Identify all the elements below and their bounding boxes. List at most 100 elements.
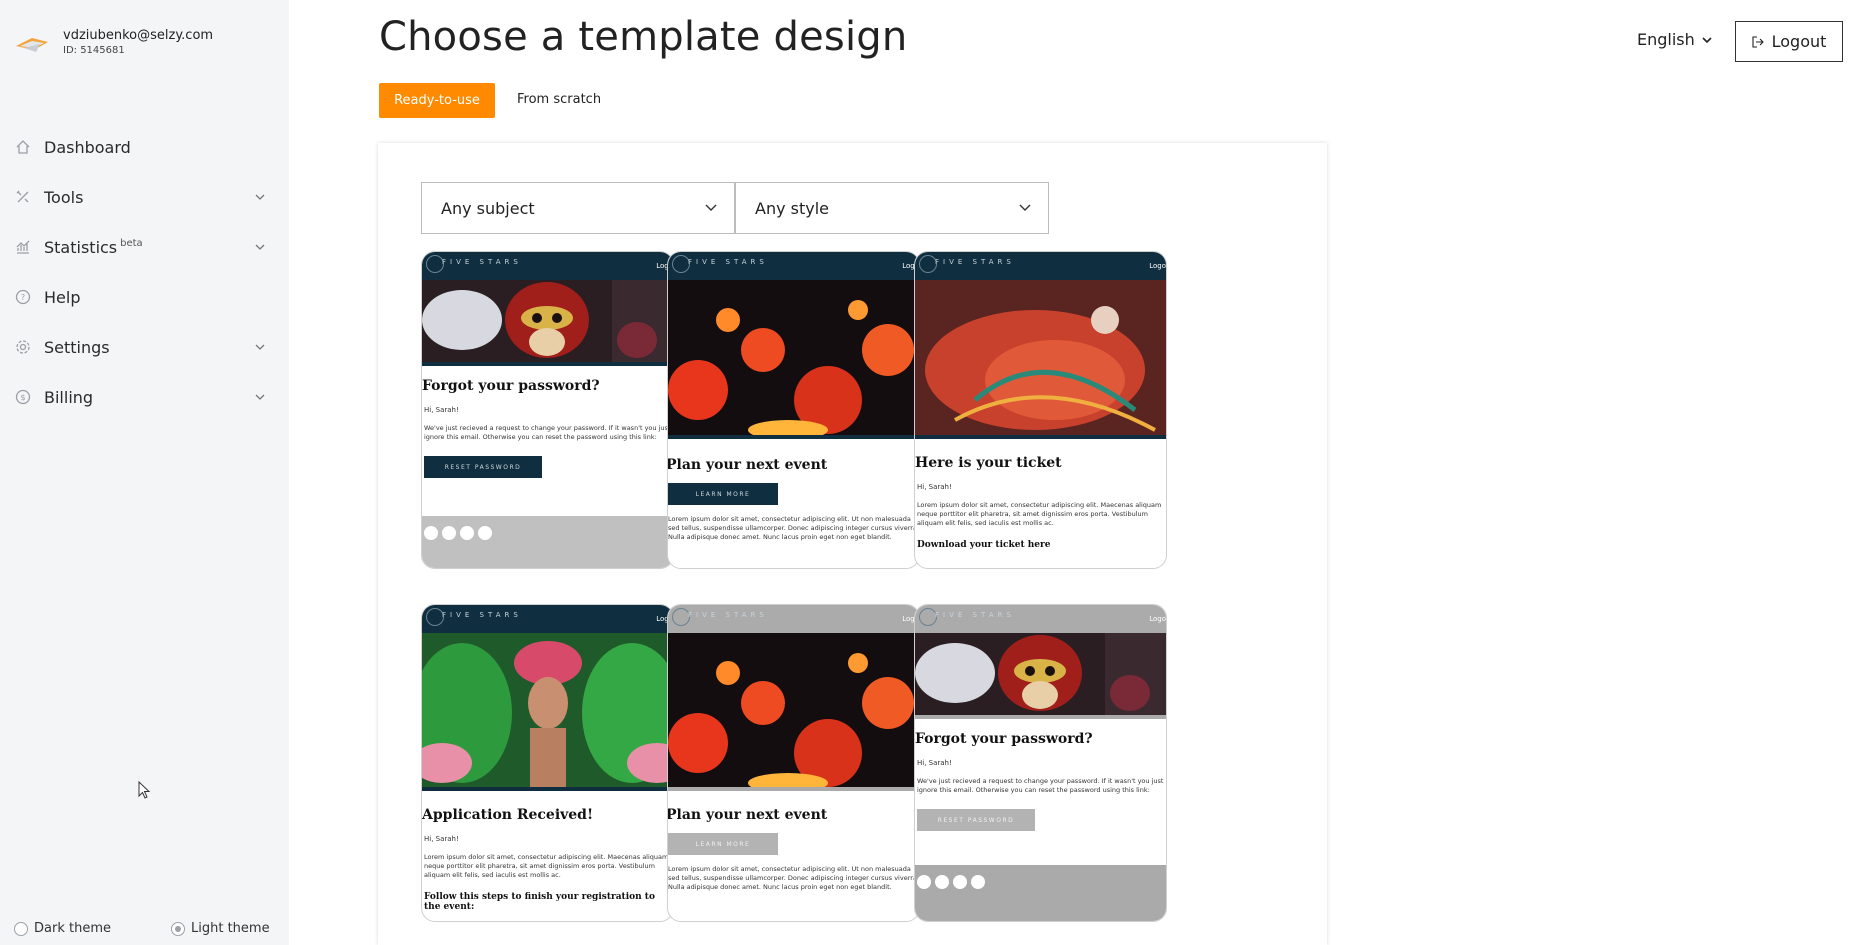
card-button: LEARN MORE <box>668 483 778 505</box>
beta-badge: beta <box>120 238 143 250</box>
card-footer <box>915 865 1166 921</box>
card-brand: FIVE STARS <box>688 611 768 619</box>
style-filter-select[interactable]: Any style <box>735 182 1049 234</box>
card-button: LEARN MORE <box>668 833 778 855</box>
card-text: We've just recieved a request to change … <box>917 777 1164 794</box>
card-login-label: Logo <box>1149 262 1166 270</box>
linkedin-icon <box>971 875 985 889</box>
instagram-icon <box>953 875 967 889</box>
card-header: FIVE STARS Logo <box>668 252 919 280</box>
light-theme-radio[interactable] <box>171 921 185 936</box>
sidebar-item-label: Dashboard <box>44 137 131 157</box>
card-brand: FIVE STARS <box>442 611 522 619</box>
sidebar-item-label: Tools <box>44 187 84 207</box>
dark-theme-option[interactable]: Dark theme <box>14 921 111 936</box>
dark-theme-label: Dark theme <box>34 921 111 936</box>
twitter-icon <box>935 875 949 889</box>
template-card[interactable]: FIVE STARS Logo Application Received! Hi… <box>421 604 674 922</box>
lanterns-image <box>668 633 919 791</box>
card-text: Lorem ipsum dolor sit amet, consectetur … <box>424 853 669 879</box>
card-header: FIVE STARS Logo <box>915 605 1166 633</box>
chevron-down-icon <box>1702 36 1712 43</box>
subject-filter-select[interactable]: Any subject <box>421 182 735 234</box>
carnival-mask-image <box>422 280 673 366</box>
sidebar-nav: Dashboard Tools Statistics beta ? Help S… <box>0 122 289 422</box>
lanterns-image <box>668 280 919 439</box>
card-greeting: Hi, Sarah! <box>424 406 459 414</box>
sidebar-item-tools[interactable]: Tools <box>0 172 289 222</box>
card-body: Here is your ticket Hi, Sarah! Lorem ips… <box>915 455 1166 550</box>
card-body: Plan your next event LEARN MORE Lorem ip… <box>668 807 919 892</box>
page-title: Choose a template design <box>379 14 908 60</box>
card-greeting: Hi, Sarah! <box>424 835 459 843</box>
card-body: Forgot your password? Hi, Sarah! We've j… <box>915 731 1166 831</box>
sidebar-item-label: Settings <box>44 337 110 357</box>
card-brand: FIVE STARS <box>688 258 768 266</box>
template-card[interactable]: FIVE STARS Logo Forgot your password? Hi… <box>914 604 1167 922</box>
feathers-image <box>422 633 673 791</box>
social-icons <box>915 865 1166 889</box>
card-brand: FIVE STARS <box>935 258 1015 266</box>
account-info[interactable]: vdziubenko@selzy.com ID: 5145681 <box>14 28 213 58</box>
chevron-down-icon <box>705 204 717 211</box>
twitter-icon <box>442 526 456 540</box>
card-footer <box>422 516 673 568</box>
dark-theme-radio[interactable] <box>14 921 28 936</box>
chevron-down-icon <box>255 194 265 200</box>
chevron-down-icon <box>255 244 265 250</box>
mouse-cursor-icon <box>138 781 151 799</box>
template-card[interactable]: FIVE STARS Logo Here is your ticket Hi, … <box>914 251 1167 569</box>
card-header: FIVE STARS Logo <box>422 605 673 633</box>
carnival-mask-image <box>915 633 1166 719</box>
sidebar-item-label: Statistics beta <box>44 238 253 257</box>
subject-filter-value: Any subject <box>441 198 535 218</box>
card-text: Lorem ipsum dolor sit amet, consectetur … <box>917 501 1162 527</box>
logout-button[interactable]: Logout <box>1735 21 1843 62</box>
logout-label: Logout <box>1771 32 1827 51</box>
chevron-down-icon <box>1019 204 1031 211</box>
card-button: RESET PASSWORD <box>424 456 542 478</box>
dancer-image <box>915 280 1166 439</box>
card-title: Here is your ticket <box>915 455 1062 471</box>
settings-icon <box>14 338 32 356</box>
sidebar-item-statistics[interactable]: Statistics beta <box>0 222 289 272</box>
linkedin-icon <box>478 526 492 540</box>
card-header: FIVE STARS Logo <box>668 605 919 633</box>
template-card[interactable]: FIVE STARS Logo Plan your next event LEA… <box>667 604 920 922</box>
chevron-down-icon <box>255 394 265 400</box>
template-card[interactable]: FIVE STARS Logo Plan your next event LEA… <box>667 251 920 569</box>
svg-text:$: $ <box>20 393 25 402</box>
sidebar-item-dashboard[interactable]: Dashboard <box>0 122 289 172</box>
card-title: Forgot your password? <box>422 378 600 394</box>
card-brand: FIVE STARS <box>442 258 522 266</box>
sidebar-item-help[interactable]: ? Help <box>0 272 289 322</box>
template-card[interactable]: FIVE STARS Logo Forgot your password? Hi… <box>421 251 674 569</box>
light-theme-label: Light theme <box>191 921 270 936</box>
account-id: ID: 5145681 <box>63 45 125 56</box>
card-body: Forgot your password? Hi, Sarah! We've j… <box>422 378 673 478</box>
help-icon: ? <box>14 288 32 306</box>
card-header: FIVE STARS Logo <box>915 252 1166 280</box>
card-text: Lorem ipsum dolor sit amet, consectetur … <box>668 515 919 541</box>
chevron-down-icon <box>255 344 265 350</box>
light-theme-option[interactable]: Light theme <box>171 921 270 936</box>
tools-icon <box>14 188 32 206</box>
svg-text:?: ? <box>21 293 25 302</box>
card-login-label: Logo <box>1149 615 1166 623</box>
card-text: We've just recieved a request to change … <box>424 424 671 441</box>
instagram-icon <box>460 526 474 540</box>
logout-icon <box>1752 35 1764 48</box>
tab-from-scratch[interactable]: From scratch <box>517 92 601 107</box>
card-header: FIVE STARS Logo <box>422 252 673 280</box>
card-button: RESET PASSWORD <box>917 809 1035 831</box>
tab-ready-to-use[interactable]: Ready-to-use <box>379 83 495 118</box>
language-selector[interactable]: English <box>1637 30 1713 49</box>
sidebar-item-settings[interactable]: Settings <box>0 322 289 372</box>
home-icon <box>14 138 32 156</box>
sidebar-item-billing[interactable]: $ Billing <box>0 372 289 422</box>
templates-panel: Any subject Any style FIVE STARS Logo Fo… <box>378 143 1327 945</box>
sidebar-item-label: Help <box>44 287 81 307</box>
card-greeting: Hi, Sarah! <box>917 483 952 491</box>
account-email: vdziubenko@selzy.com <box>63 28 214 43</box>
card-body: Application Received! Hi, Sarah! Lorem i… <box>422 807 673 912</box>
